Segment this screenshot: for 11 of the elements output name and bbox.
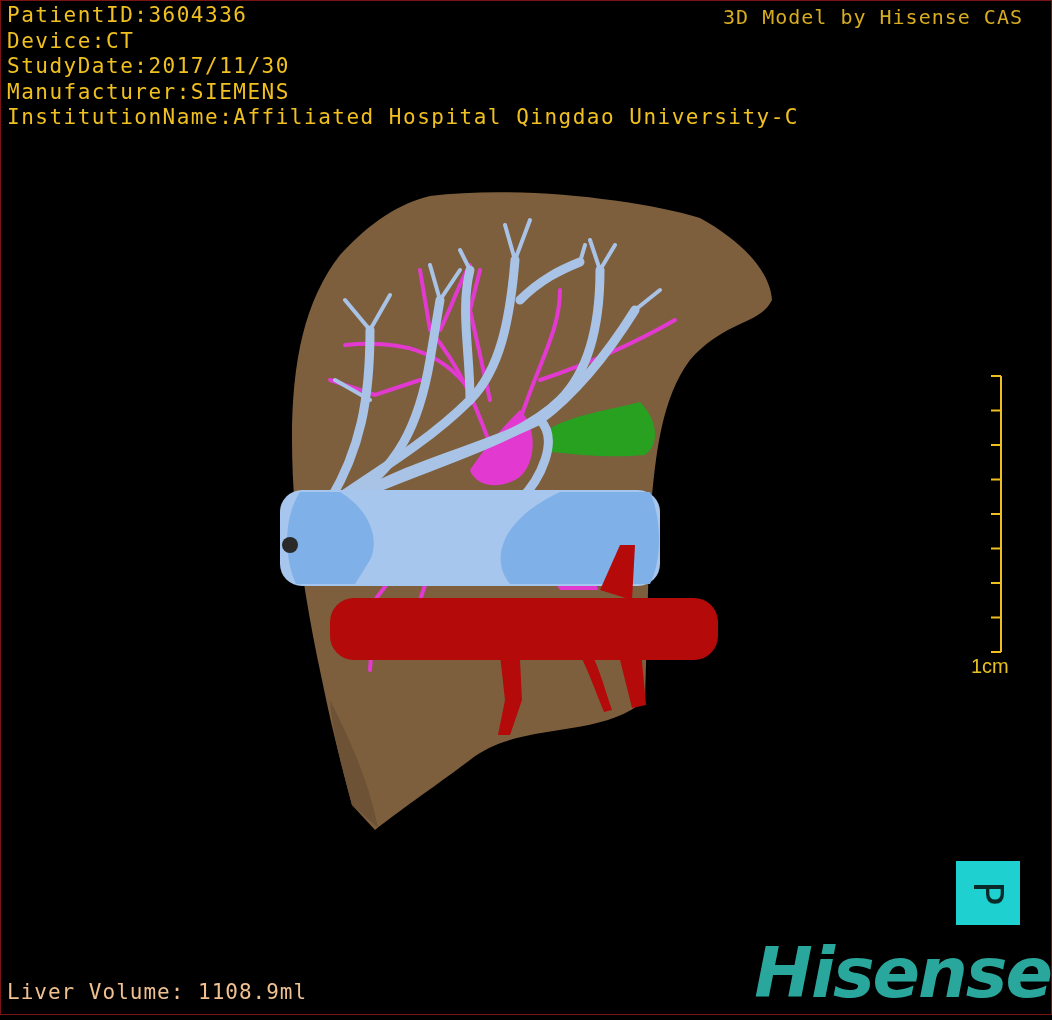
model-credit-text: 3D Model by Hisense CAS [723,4,1023,30]
study-info-text: PatientID:3604336 [7,3,248,29]
study-info-text: Device:CT [7,28,135,54]
scale-ruler-icon [988,375,1003,653]
study-info-text: InstitutionName:Affiliated Hospital Qingdao University-C [7,105,799,131]
study-info-text: Manufacturer:SIEMENS [7,79,290,105]
liver-volume-text: Liver Volume: 1108.9ml [7,979,308,1005]
brand-logo: Hisense [754,935,1051,1011]
orientation-cube[interactable]: P [956,861,1020,925]
study-info-text: StudyDate:2017/11/30 [7,54,290,80]
scale-label: 1cm [971,654,1009,678]
